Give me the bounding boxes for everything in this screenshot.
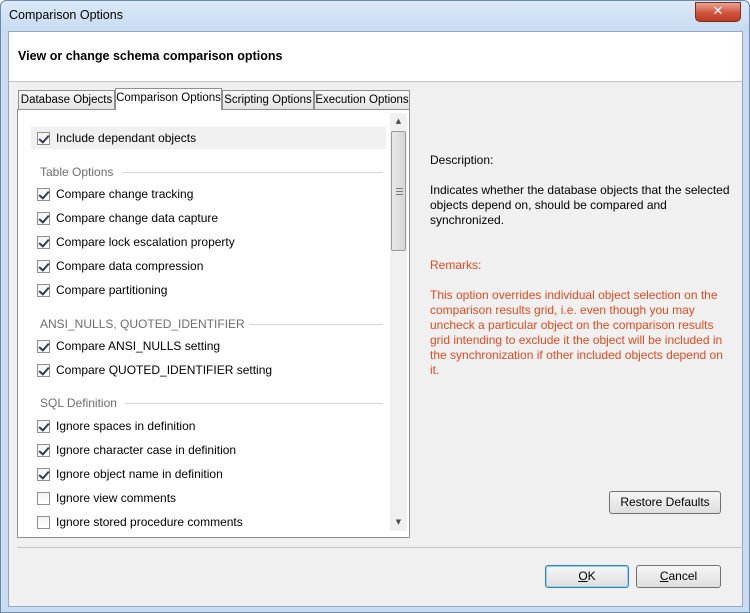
checkbox[interactable] bbox=[37, 364, 50, 377]
checkbox[interactable] bbox=[37, 260, 50, 273]
header-band: View or change schema comparison options bbox=[9, 32, 742, 82]
group-label-table-options: Table Options bbox=[40, 165, 114, 179]
tab-comparison-options[interactable]: Comparison Options bbox=[115, 88, 222, 110]
group-divider bbox=[125, 403, 383, 404]
arrow-down-icon: ▼ bbox=[395, 518, 402, 526]
checkbox[interactable] bbox=[37, 132, 50, 145]
scroll-up-button[interactable]: ▲ bbox=[390, 113, 407, 130]
description-title: Description: bbox=[430, 153, 494, 167]
group-divider bbox=[122, 172, 383, 173]
dialog-window: Comparison Options ✕ View or change sche… bbox=[0, 0, 750, 613]
tab-label: Scripting Options bbox=[224, 94, 312, 106]
remarks-title: Remarks: bbox=[430, 258, 482, 272]
grip-line bbox=[396, 194, 403, 195]
arrow-up-icon: ▲ bbox=[395, 117, 402, 125]
option-label: Compare partitioning bbox=[56, 283, 168, 297]
tab-label: Comparison Options bbox=[116, 92, 221, 104]
group-label-ansi: ANSI_NULLS, QUOTED_IDENTIFIER bbox=[40, 317, 245, 331]
cancel-button[interactable]: Cancel bbox=[636, 565, 721, 588]
checkbox[interactable] bbox=[37, 188, 50, 201]
button-label: Cancel bbox=[659, 569, 698, 583]
option-label: Ignore spaces in definition bbox=[56, 419, 196, 433]
button-label: OK bbox=[578, 569, 596, 583]
option-label: Compare ANSI_NULLS setting bbox=[56, 339, 221, 353]
option-label: Ignore character case in definition bbox=[56, 443, 237, 457]
checkbox[interactable] bbox=[37, 492, 50, 505]
checkbox[interactable] bbox=[37, 236, 50, 249]
tab-database-objects[interactable]: Database Objects bbox=[18, 90, 115, 109]
footer-divider bbox=[17, 547, 743, 548]
tab-label: Database Objects bbox=[20, 94, 113, 106]
checkbox[interactable] bbox=[37, 516, 50, 529]
option-label: Ignore object name in definition bbox=[56, 467, 223, 481]
checkbox[interactable] bbox=[37, 444, 50, 457]
tab-label: Execution Options bbox=[315, 94, 409, 106]
option-label: Include dependant objects bbox=[56, 131, 197, 145]
option-label: Ignore view comments bbox=[56, 491, 177, 505]
scroll-thumb[interactable] bbox=[391, 131, 406, 251]
checkbox[interactable] bbox=[37, 284, 50, 297]
option-label: Compare change tracking bbox=[56, 187, 194, 201]
close-icon: ✕ bbox=[712, 4, 724, 19]
checkbox[interactable] bbox=[37, 468, 50, 481]
grip-line bbox=[396, 191, 403, 192]
description-text: Indicates whether the database objects t… bbox=[430, 183, 730, 227]
page-title: View or change schema comparison options bbox=[18, 49, 283, 63]
ok-button[interactable]: OK bbox=[545, 565, 629, 588]
checkbox[interactable] bbox=[37, 340, 50, 353]
restore-defaults-button[interactable]: Restore Defaults bbox=[609, 491, 721, 514]
option-include-dependant-objects[interactable]: Include dependant objects bbox=[31, 127, 386, 149]
window-title: Comparison Options bbox=[9, 8, 123, 22]
tab-execution-options[interactable]: Execution Options bbox=[314, 90, 410, 109]
checkbox[interactable] bbox=[37, 420, 50, 433]
group-label-sql-definition: SQL Definition bbox=[40, 396, 117, 410]
button-label: Restore Defaults bbox=[620, 495, 710, 509]
option-label: Compare QUOTED_IDENTIFIER setting bbox=[56, 363, 273, 377]
group-divider bbox=[249, 324, 383, 325]
scroll-down-button[interactable]: ▼ bbox=[390, 514, 407, 531]
title-bar[interactable]: Comparison Options ✕ bbox=[1, 1, 749, 31]
option-label: Compare data compression bbox=[56, 259, 204, 273]
option-label: Compare lock escalation property bbox=[56, 235, 235, 249]
options-scrollbar[interactable]: ▲ ▼ bbox=[390, 113, 407, 531]
checkbox[interactable] bbox=[37, 212, 50, 225]
option-label: Compare change data capture bbox=[56, 211, 219, 225]
tab-scripting-options[interactable]: Scripting Options bbox=[222, 90, 314, 109]
option-label: Ignore stored procedure comments bbox=[56, 515, 243, 529]
close-button[interactable]: ✕ bbox=[695, 2, 741, 22]
remarks-text: This option overrides individual object … bbox=[430, 288, 723, 377]
grip-line bbox=[396, 188, 403, 189]
